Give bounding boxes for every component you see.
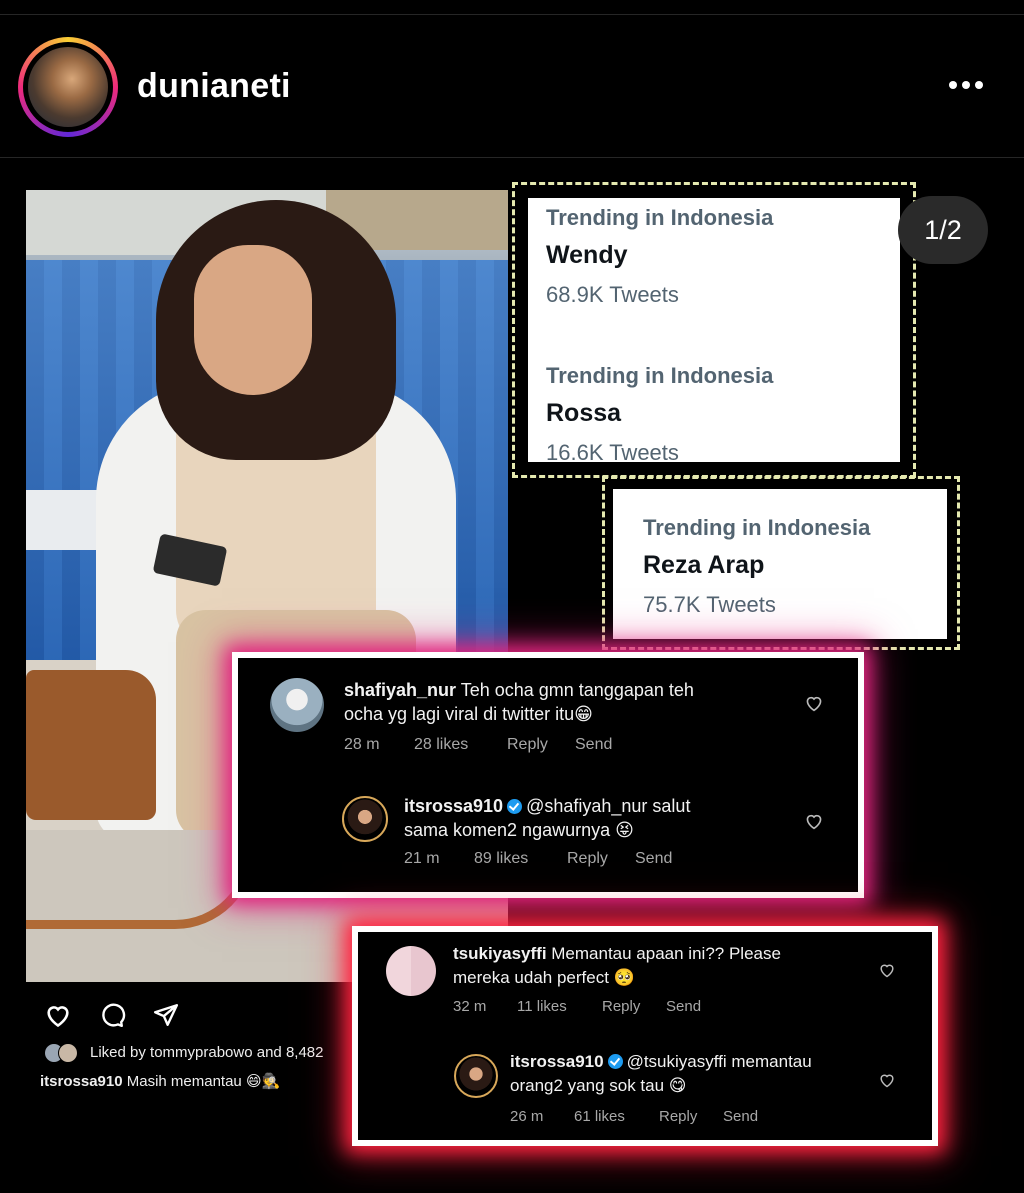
caption-text: Masih memantau 😄🕵: [122, 1073, 281, 1090]
comment-meta: 26 m 61 likes Reply Send: [510, 1108, 758, 1125]
trend-count: 16.6K Tweets: [546, 440, 679, 465]
comment-reply: Reply: [602, 998, 641, 1015]
trend-name: Wendy: [546, 241, 628, 269]
comment-body: itsrossa910 @shafiyah_nur salut sama kome…: [404, 796, 691, 840]
post-header: dunianeti: [0, 15, 1024, 158]
trend-count: 75.7K Tweets: [643, 592, 776, 617]
comment-send: Send: [723, 1108, 759, 1125]
post-media: Liked by tommyprabowo and 8,482 itsrossa…: [0, 158, 1024, 1193]
comment-send: Send: [575, 736, 613, 753]
caption-username: itsrossa910: [40, 1073, 123, 1090]
trend-card-2: Trending in Indonesia Reza Arap 75.7K Tw…: [613, 489, 947, 639]
trend-card-1: Trending in Indonesia Wendy 68.9K Tweets…: [528, 198, 900, 465]
trending-group-1: Trending in Indonesia Wendy 68.9K Tweets…: [512, 182, 916, 478]
trend-label: Trending in Indonesia: [546, 363, 774, 388]
liked-by: Liked by tommyprabowo and 8,482: [44, 1043, 324, 1063]
comment-username: tsukiyasyffi: [453, 944, 547, 963]
comment-body: itsrossa910 @tsukiyasyffi memantau orang2…: [510, 1052, 812, 1095]
comment-body: tsukiyasyffi Memantau apaan ini?? Please…: [453, 944, 781, 987]
commenter-avatar: [454, 1054, 498, 1098]
comment-meta: 32 m 11 likes Reply Send: [453, 998, 701, 1015]
embedded-action-bar: [44, 1000, 180, 1030]
comment-screenshot-1: shafiyah_nur Teh ocha gmn tanggapan teh …: [232, 652, 864, 898]
comment-likes: 11 likes: [517, 998, 567, 1015]
trend-name: Rossa: [546, 399, 622, 427]
comment-meta: 21 m 89 likes Reply Send: [404, 850, 672, 868]
comment-reply: Reply: [659, 1108, 698, 1125]
comment-username: shafiyah_nur: [344, 680, 457, 700]
comment-time: 28 m: [344, 736, 380, 753]
avatar-image: [28, 47, 108, 127]
comment-meta: 28 m 28 likes Reply Send: [344, 736, 612, 754]
profile-username[interactable]: dunianeti: [137, 67, 291, 106]
verified-badge-icon: [507, 799, 523, 814]
heart-icon: [880, 1074, 894, 1088]
heart-icon: [806, 696, 822, 712]
comment-time: 32 m: [453, 998, 487, 1015]
commenter-avatar: [386, 946, 436, 996]
liked-text: Liked by tommyprabowo and 8,482: [90, 1043, 324, 1061]
comment-body: shafiyah_nur Teh ocha gmn tanggapan teh …: [344, 680, 694, 724]
share-icon: [153, 1004, 179, 1026]
avatar-border: [23, 42, 113, 132]
profile-avatar[interactable]: [18, 37, 118, 137]
comment-likes: 28 likes: [414, 736, 469, 753]
verified-badge-icon: [607, 1054, 623, 1069]
comment-username: itsrossa910: [404, 796, 504, 816]
embedded-caption: itsrossa910 Masih memantau 😄🕵: [40, 1072, 280, 1090]
heart-icon: [806, 814, 822, 830]
comment-likes: 89 likes: [474, 850, 529, 867]
comment-icon: [102, 1003, 126, 1028]
trending-group-2: Trending in Indonesia Reza Arap 75.7K Tw…: [602, 476, 960, 650]
trend-count: 68.9K Tweets: [546, 282, 679, 307]
comment-screenshot-2: tsukiyasyffi Memantau apaan ini?? Please…: [352, 926, 938, 1146]
heart-icon: [47, 1006, 69, 1028]
heart-icon: [880, 964, 894, 978]
comment-reply: Reply: [567, 850, 608, 867]
carousel-pager: 1/2: [898, 196, 988, 264]
comment-reply: Reply: [507, 736, 548, 753]
commenter-avatar: [342, 796, 388, 842]
liked-avatars: [44, 1043, 84, 1063]
comment-time: 21 m: [404, 850, 440, 867]
trend-name: Reza Arap: [643, 551, 765, 579]
trend-label: Trending in Indonesia: [643, 515, 871, 540]
comment-send: Send: [635, 850, 673, 867]
commenter-avatar: [270, 678, 324, 732]
comment-likes: 61 likes: [574, 1108, 625, 1125]
comment-time: 26 m: [510, 1108, 544, 1125]
comment-username: itsrossa910: [510, 1052, 604, 1071]
trend-label: Trending in Indonesia: [546, 205, 774, 230]
comment-send: Send: [666, 998, 702, 1015]
more-horizontal-icon[interactable]: [944, 73, 988, 97]
